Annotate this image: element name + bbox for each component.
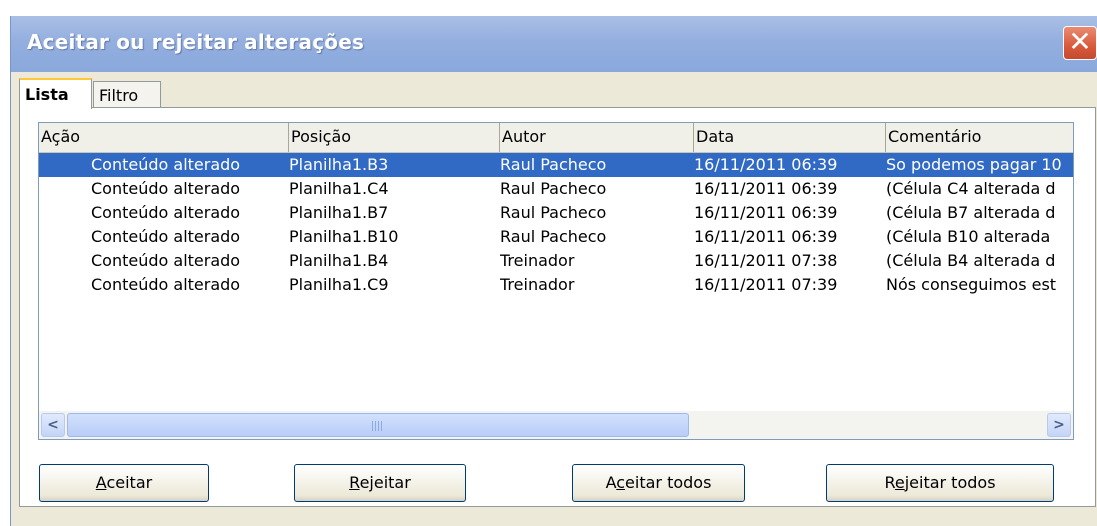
- tab-lista[interactable]: Lista: [19, 78, 92, 109]
- reject-all-pre: R: [884, 473, 895, 492]
- dialog-title: Aceitar ou rejeitar alterações: [27, 30, 365, 54]
- table-row[interactable]: Conteúdo alterado Planilha1.B4 Treinador…: [39, 249, 1073, 273]
- dialog-window: Aceitar ou rejeitar alterações ✕ Lista F…: [10, 16, 1097, 526]
- cell-author: Treinador: [500, 251, 575, 270]
- table-row[interactable]: Conteúdo alterado Planilha1.B3 Raul Pach…: [39, 153, 1073, 177]
- accept-label: ceitar: [106, 473, 153, 492]
- list-header: Ação Posição Autor Data Comentário: [39, 123, 1073, 153]
- cell-date: 16/11/2011 06:39: [694, 179, 838, 198]
- column-header-autor[interactable]: Autor: [500, 123, 694, 152]
- cell-author: Raul Pacheco: [500, 179, 607, 198]
- cell-action: Conteúdo alterado: [91, 227, 241, 246]
- cell-position: Planilha1.B7: [289, 203, 389, 222]
- reject-label: ejeitar: [359, 473, 411, 492]
- accept-accel: A: [95, 473, 107, 492]
- cell-comment: (Célula B7 alterada d: [886, 203, 1056, 222]
- chevron-right-icon: >: [1053, 417, 1065, 433]
- table-row[interactable]: Conteúdo alterado Planilha1.B10 Raul Pac…: [39, 225, 1073, 249]
- tab-filtro[interactable]: Filtro: [93, 81, 161, 108]
- column-header-acao[interactable]: Ação: [39, 123, 289, 152]
- cell-date: 16/11/2011 06:39: [694, 203, 838, 222]
- cell-date: 16/11/2011 06:39: [694, 155, 838, 174]
- cell-position: Planilha1.B4: [289, 251, 389, 270]
- table-row[interactable]: Conteúdo alterado Planilha1.C4 Raul Pach…: [39, 177, 1073, 201]
- cell-action: Conteúdo alterado: [91, 155, 241, 174]
- changes-list[interactable]: Ação Posição Autor Data Comentário Conte…: [38, 122, 1074, 440]
- column-header-comentario[interactable]: Comentário: [886, 123, 1073, 152]
- reject-all-button[interactable]: Rejeitar todos: [826, 464, 1054, 502]
- accept-all-pre: A: [605, 473, 617, 492]
- cell-position: Planilha1.B3: [289, 155, 389, 174]
- close-button[interactable]: ✕: [1063, 26, 1097, 60]
- cell-date: 16/11/2011 07:39: [694, 275, 838, 294]
- tab-panel-lista: Ação Posição Autor Data Comentário Conte…: [19, 107, 1096, 507]
- cell-author: Raul Pacheco: [500, 203, 607, 222]
- cell-action: Conteúdo alterado: [91, 179, 241, 198]
- cell-position: Planilha1.C9: [289, 275, 389, 294]
- cell-author: Treinador: [500, 275, 575, 294]
- scroll-left-button[interactable]: <: [41, 413, 65, 437]
- cell-comment: So podemos pagar 10: [886, 155, 1062, 174]
- cell-comment: (Célula B10 alterada: [886, 227, 1051, 246]
- column-header-data[interactable]: Data: [694, 123, 886, 152]
- reject-accel: R: [349, 473, 360, 492]
- cell-date: 16/11/2011 07:38: [694, 251, 838, 270]
- cell-author: Raul Pacheco: [500, 155, 607, 174]
- reject-all-label: jeitar todos: [904, 473, 996, 492]
- cell-position: Planilha1.C4: [289, 179, 389, 198]
- accept-all-button[interactable]: Aceitar todos: [572, 464, 745, 502]
- accept-all-label: eitar todos: [625, 473, 712, 492]
- grip-icon: [372, 421, 384, 431]
- cell-author: Raul Pacheco: [500, 227, 607, 246]
- close-icon: ✕: [1068, 25, 1092, 58]
- cell-comment: Nós conseguimos est: [886, 275, 1057, 294]
- horizontal-scrollbar[interactable]: < >: [39, 411, 1073, 439]
- cell-action: Conteúdo alterado: [91, 251, 241, 270]
- title-bar[interactable]: Aceitar ou rejeitar alterações ✕: [11, 16, 1097, 72]
- accept-button[interactable]: Aceitar: [39, 464, 209, 502]
- chevron-left-icon: <: [47, 417, 59, 433]
- scroll-right-button[interactable]: >: [1047, 413, 1071, 437]
- cell-action: Conteúdo alterado: [91, 275, 241, 294]
- cell-action: Conteúdo alterado: [91, 203, 241, 222]
- column-header-posicao[interactable]: Posição: [289, 123, 500, 152]
- table-row[interactable]: Conteúdo alterado Planilha1.C9 Treinador…: [39, 273, 1073, 297]
- cell-comment: (Célula C4 alterada d: [886, 179, 1056, 198]
- cell-comment: (Célula B4 alterada d: [886, 251, 1056, 270]
- reject-button[interactable]: Rejeitar: [294, 464, 466, 502]
- table-row[interactable]: Conteúdo alterado Planilha1.B7 Raul Pach…: [39, 201, 1073, 225]
- cell-position: Planilha1.B10: [289, 227, 399, 246]
- scrollbar-thumb[interactable]: [67, 413, 689, 437]
- accept-all-accel: c: [616, 473, 626, 492]
- cell-date: 16/11/2011 06:39: [694, 227, 838, 246]
- reject-all-accel: e: [894, 473, 905, 492]
